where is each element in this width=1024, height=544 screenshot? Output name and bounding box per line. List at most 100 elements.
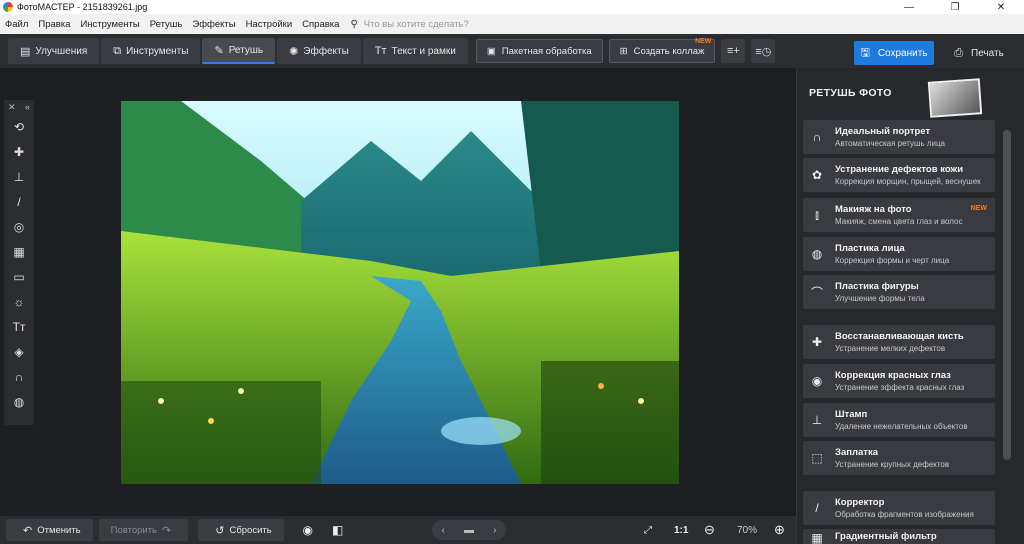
card-subtitle: Коррекция морщин, прыщей, веснушек [835,177,981,186]
menu-retouch[interactable]: Ретушь [145,19,188,30]
menu-search[interactable]: ⚲ Что вы хотите сделать? [350,19,468,30]
panel-scrollbar[interactable] [1003,130,1011,460]
card-red-eye[interactable]: ◉ Коррекция красных глаз Устранение эффе… [803,364,995,398]
menu-tools[interactable]: Инструменты [75,19,144,30]
rotate-tool-button[interactable]: ⟲ [4,114,34,139]
card-perfect-portrait[interactable]: ∩ Идеальный портрет Автоматическая ретуш… [803,120,995,154]
close-window-button[interactable]: ✕ [978,0,1024,14]
tab-enhancements[interactable]: ▤ Улучшения [8,38,100,64]
tab-effects[interactable]: ✺ Эффекты [277,38,361,64]
redo-button[interactable]: Повторить ↷ [98,519,189,541]
printer-icon: ⎙ [954,46,964,59]
compare-icon: ◧ [332,523,344,537]
reset-button[interactable]: ↺ Сбросить [198,519,284,541]
panel-title: РЕТУШЬ ФОТО [809,87,892,99]
tab-label: Ретушь [228,44,264,56]
floppy-icon: 🖫 [860,46,870,59]
fill-tool-button[interactable]: ◈ [4,339,34,364]
new-badge: NEW [970,205,987,212]
actual-size-button[interactable]: 1:1 [674,520,688,540]
button-label: Сбросить [229,524,272,536]
app-logo-icon [3,2,13,12]
card-figure-shape[interactable]: ⌒ Пластика фигуры Улучшение формы тела [803,275,995,309]
next-image-icon[interactable]: › [493,525,496,536]
tab-retouch[interactable]: ✎ Ретушь [202,38,276,64]
card-subtitle: Автоматическая ретушь лица [835,139,945,148]
card-title: Макияж на фото [835,204,912,215]
images-icon: ▣ [486,45,496,57]
gradient-tool-button[interactable]: ▦ [4,239,34,264]
light-tool-button[interactable]: ☼ [4,289,34,314]
portrait-tool-button[interactable]: ∩ [4,364,34,389]
brush-tool-button[interactable]: / [4,189,34,214]
new-badge: NEW [695,38,712,45]
vignette-icon: ▭ [13,269,25,284]
compare-button[interactable]: ◧ [326,519,350,541]
face-shape-tool-button[interactable]: ◍ [4,389,34,414]
sparkle-icon: ✺ [289,45,299,58]
stamp-tool-button[interactable]: ⊥ [4,164,34,189]
card-title: Градиентный фильтр [835,531,937,542]
save-button[interactable]: 🖫 Сохранить [854,41,934,65]
menu-settings[interactable]: Настройки [241,19,298,30]
card-corrector[interactable]: / Корректор Обработка фрагментов изображ… [803,491,995,525]
preview-eye-button[interactable]: ◉ [296,519,320,541]
card-title: Устранение дефектов кожи [835,164,964,175]
face-icon: ∩ [812,130,822,144]
zoom-out-button[interactable]: ⊖ [704,520,715,540]
healing-tool-button[interactable]: ✚ [4,139,34,164]
fit-screen-icon: ⤢ [644,524,652,536]
history-button[interactable]: ≡◷ [751,39,776,63]
card-stamp[interactable]: ⊥ Штамп Удаление нежелательных объектов [803,403,995,437]
text-tool-button[interactable]: Tт [4,314,34,339]
menu-file[interactable]: Файл [0,19,33,30]
tab-label: Улучшения [35,45,88,57]
zoom-level[interactable]: 70% [737,520,757,540]
close-icon[interactable]: ✕ [8,102,16,113]
button-label: Повторить [110,524,158,536]
tab-tools[interactable]: ⧉ Инструменты [101,38,201,64]
folder-icon[interactable]: ▬ [464,525,474,536]
card-patch[interactable]: ⬚ Заплатка Устранение крупных дефектов [803,441,995,475]
bandage-icon: ✚ [13,144,25,159]
card-title: Коррекция красных глаз [835,370,951,381]
card-makeup[interactable]: ⫾ Макияж на фото Макияж, смена цвета гла… [803,198,995,232]
photo-preview[interactable] [121,101,679,484]
card-subtitle: Коррекция формы и черт лица [835,256,950,265]
menu-effects[interactable]: Эффекты [187,19,240,30]
create-collage-button[interactable]: ⊞ Создать коллаж NEW [608,38,716,63]
face-shape-icon: ◍ [811,247,823,261]
card-title: Пластика лица [835,243,905,254]
fit-screen-button[interactable]: ⤢ [644,520,652,540]
menu-edit[interactable]: Правка [33,19,75,30]
batch-processing-button[interactable]: ▣ Пакетная обработка [475,39,603,63]
zoom-in-button[interactable]: ⊕ [774,520,785,540]
card-title: Восстанавливающая кисть [835,331,964,342]
collage-icon: ⊞ [619,45,628,57]
brush-icon: ✎ [214,44,224,57]
card-title: Корректор [835,497,885,508]
previous-image-icon[interactable]: ‹ [442,525,445,536]
vignette-tool-button[interactable]: ▭ [4,264,34,289]
tab-text-frames[interactable]: Tт Текст и рамки [362,38,468,64]
reset-icon: ↺ [215,524,225,537]
radial-tool-button[interactable]: ◎ [4,214,34,239]
minimize-button[interactable]: — [886,0,932,14]
restore-button[interactable]: ❐ [932,0,978,14]
card-gradient-filter[interactable]: ▦ Градиентный фильтр [803,529,995,544]
tab-label: Эффекты [303,45,349,57]
plus-circle-icon: ⊕ [774,522,785,537]
button-label: Печать [971,47,1004,59]
undo-button[interactable]: ↶ Отменить [6,519,93,541]
card-skin-defects[interactable]: ✿ Устранение дефектов кожи Коррекция мор… [803,158,995,192]
bucket-icon: ◈ [14,344,24,359]
menu-help[interactable]: Справка [297,19,344,30]
collapse-icon[interactable]: « [25,102,30,112]
print-button[interactable]: ⎙ Печать [940,41,1018,65]
card-face-shape[interactable]: ◍ Пластика лица Коррекция формы и черт л… [803,237,995,271]
add-layer-button[interactable]: ≡+ [721,39,746,63]
card-title: Идеальный портрет [835,126,931,137]
title-bar: ФотоМАСТЕР - 2151839261.jpg — ❐ ✕ [0,0,1024,14]
card-healing-brush[interactable]: ✚ Восстанавливающая кисть Устранение мел… [803,325,995,359]
retouch-panel: РЕТУШЬ ФОТО ∩ Идеальный портрет Автомати… [796,68,1024,544]
